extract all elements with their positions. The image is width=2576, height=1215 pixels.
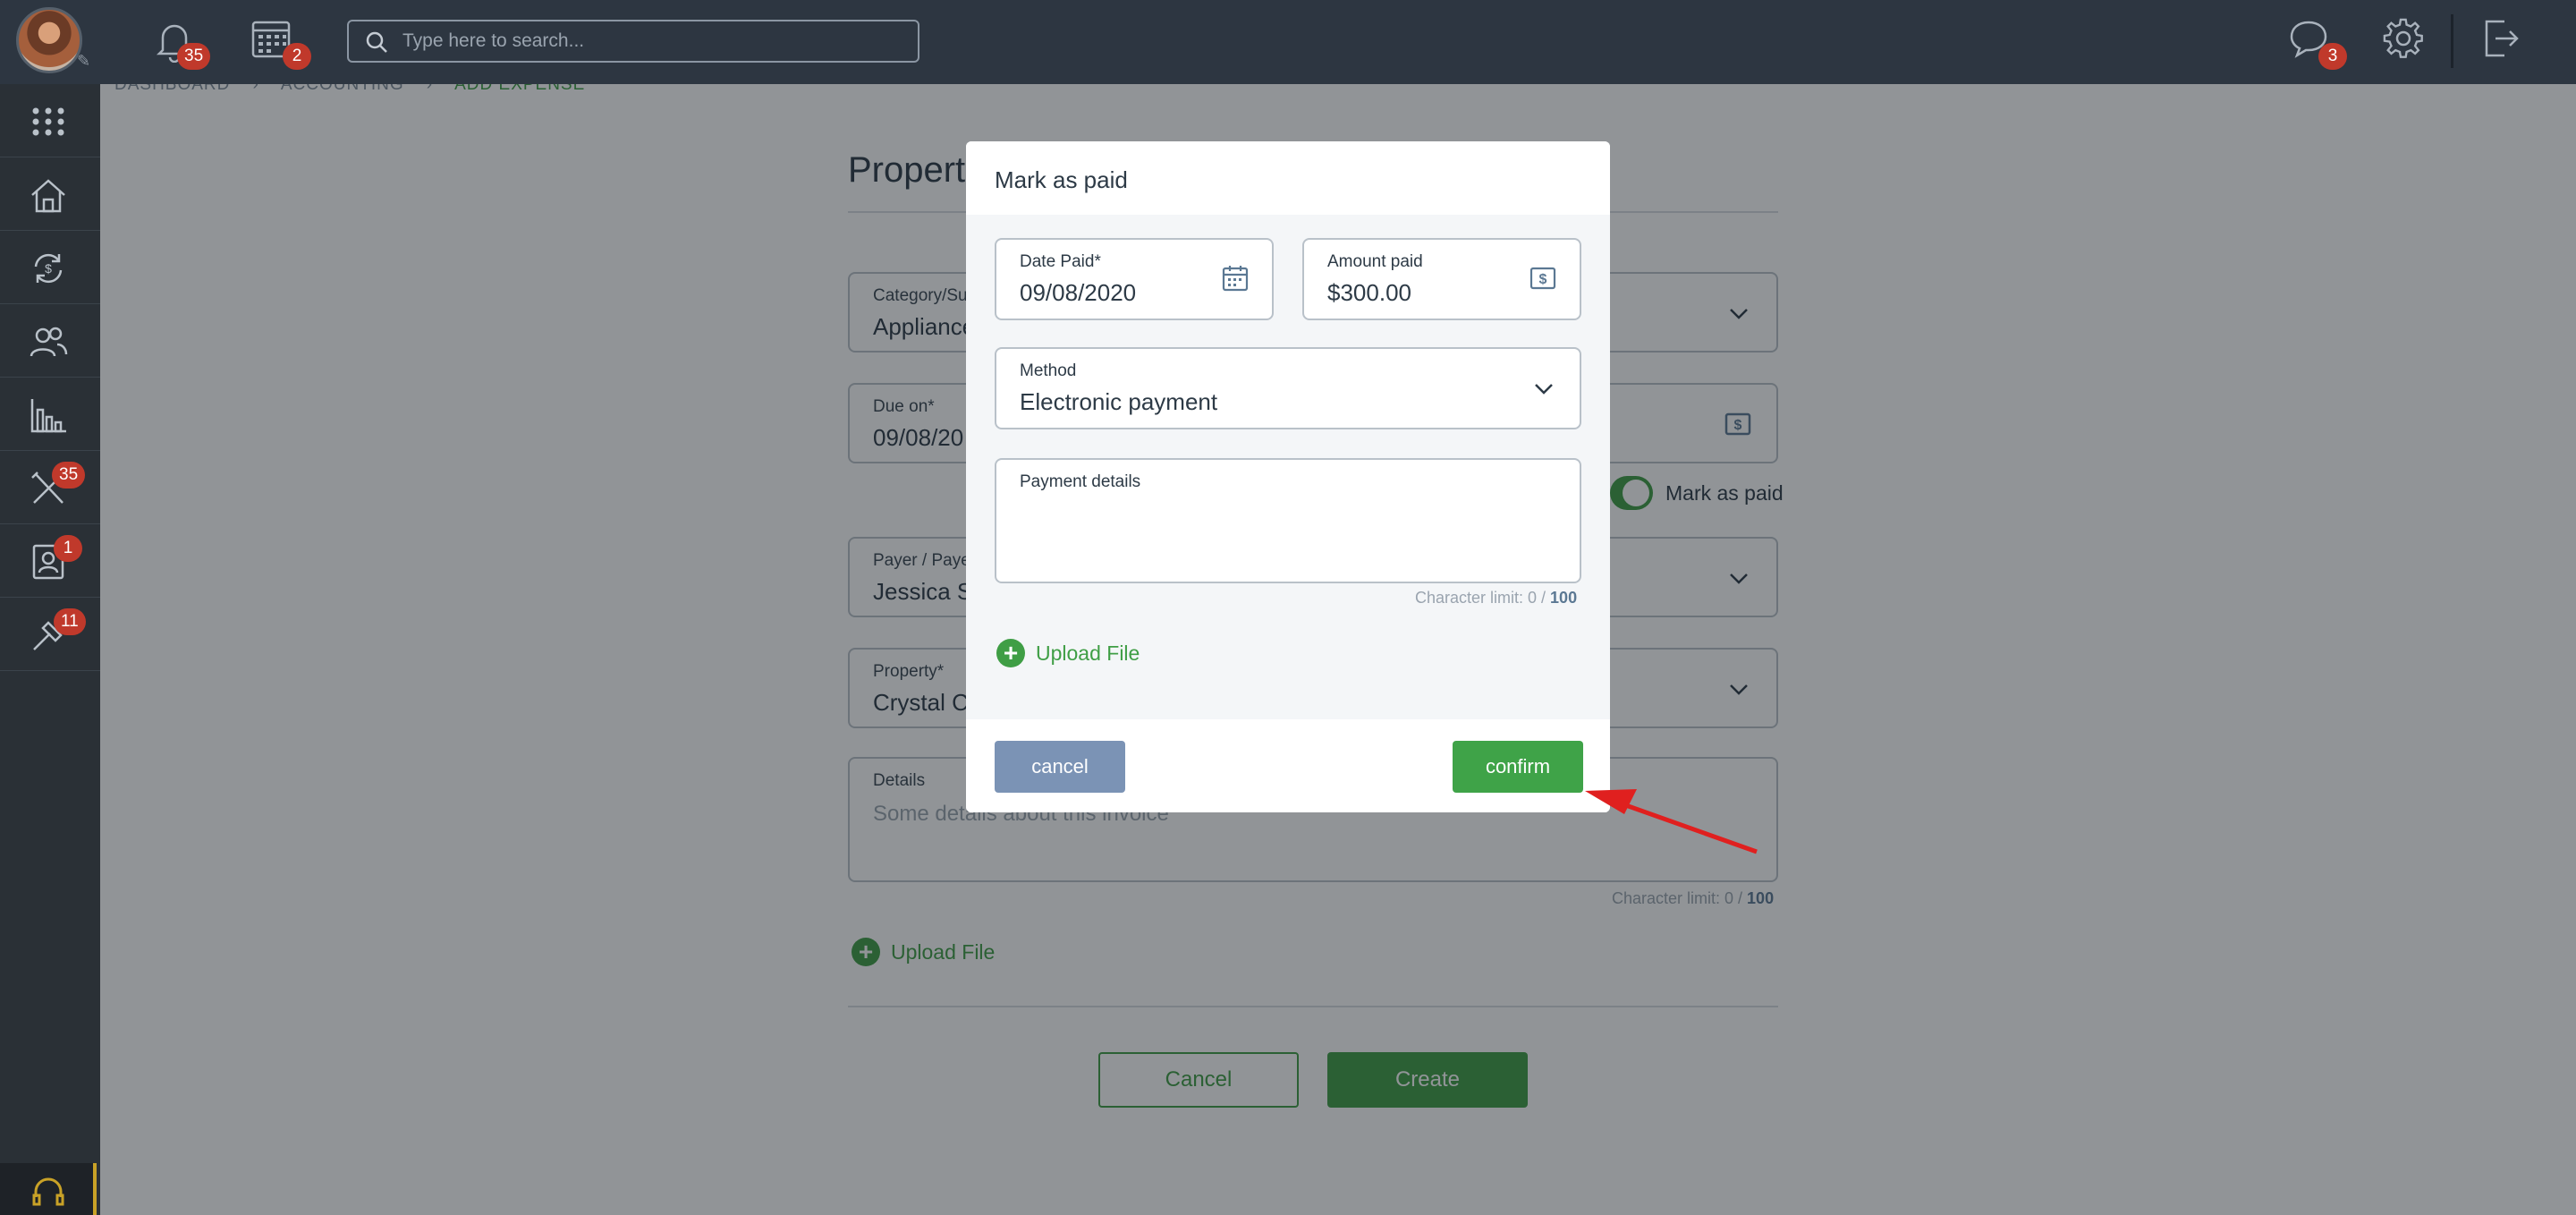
amount-paid-field[interactable]: Amount paid $300.00 $ [1302,238,1581,320]
method-value: Electronic payment [1020,388,1218,415]
modal-upload-file-label: Upload File [1036,641,1140,665]
payment-details-char-limit: Character limit: 0 / 100 [1415,589,1578,607]
search-box[interactable] [347,20,919,63]
plus-circle-icon: + [996,639,1025,667]
notifications-badge: 35 [177,43,211,70]
modal-cancel-button[interactable]: cancel [995,741,1125,793]
apps-grid-icon [32,107,64,136]
mark-as-paid-modal: Mark as paid Date Paid* 09/08/2020 Amoun… [966,141,1610,812]
modal-upload-file-link[interactable]: + Upload File [996,639,1140,667]
date-paid-value: 09/08/2020 [1020,279,1137,306]
modal-footer: cancel confirm [966,719,1610,812]
sidebar-item-apps[interactable] [0,84,100,157]
annotation-arrow-icon [1585,789,1758,854]
sidebar-item-tools[interactable]: 11 [0,598,100,671]
search-input[interactable] [402,29,903,54]
gear-icon [2383,18,2423,58]
modal-header: Mark as paid [966,141,1610,215]
pin-icon: ✎ [77,52,91,70]
messages-button[interactable]: 3 [2288,18,2347,70]
calendar-button[interactable]: 2 [250,18,311,70]
calendar-icon[interactable] [1222,265,1249,292]
sidebar-item-maintenance[interactable]: 35 [0,451,100,524]
sidebar: $ 35 1 11 [0,84,100,1215]
modal-confirm-button[interactable]: confirm [1453,741,1583,793]
contacts-badge: 1 [54,535,82,562]
property-house-icon [31,179,65,213]
search-icon [366,31,387,53]
avatar[interactable] [16,7,82,73]
people-icon [30,327,68,357]
settings-button[interactable] [2383,18,2429,64]
messages-badge: 3 [2318,43,2347,70]
accounting-exchange-icon: $ [34,253,63,284]
dollar-icon: $ [1530,267,1556,290]
top-bar-divider [2451,14,2453,68]
logout-icon [2485,20,2519,57]
payment-details-label: Payment details [1020,472,1141,491]
headset-icon [32,1177,64,1206]
svg-text:$: $ [1539,272,1547,287]
method-label: Method [1020,361,1077,380]
modal-title: Mark as paid [995,166,1128,193]
method-select[interactable]: Method Electronic payment [995,347,1581,429]
sidebar-item-contacts[interactable]: 1 [0,524,100,598]
date-paid-label: Date Paid* [1020,252,1101,271]
svg-text:$: $ [45,261,52,276]
sidebar-item-properties[interactable] [0,157,100,231]
chevron-down-icon [1535,384,1553,395]
sidebar-item-people[interactable] [0,304,100,378]
maintenance-badge: 35 [52,462,86,489]
notifications-button[interactable]: 35 [154,18,211,70]
sidebar-item-reports[interactable] [0,378,100,451]
reports-chart-icon [30,399,66,433]
calendar-badge: 2 [283,43,311,70]
amount-paid-label: Amount paid [1327,252,1423,271]
payment-details-textarea[interactable]: Payment details [995,458,1581,583]
logout-button[interactable] [2481,18,2528,64]
amount-paid-value: $300.00 [1327,279,1411,306]
sidebar-item-accounting[interactable]: $ [0,231,100,304]
support-button[interactable] [0,1163,97,1215]
date-paid-field[interactable]: Date Paid* 09/08/2020 [995,238,1274,320]
tools-badge: 11 [54,608,86,635]
top-bar: ✎ 35 2 3 [0,0,2576,84]
